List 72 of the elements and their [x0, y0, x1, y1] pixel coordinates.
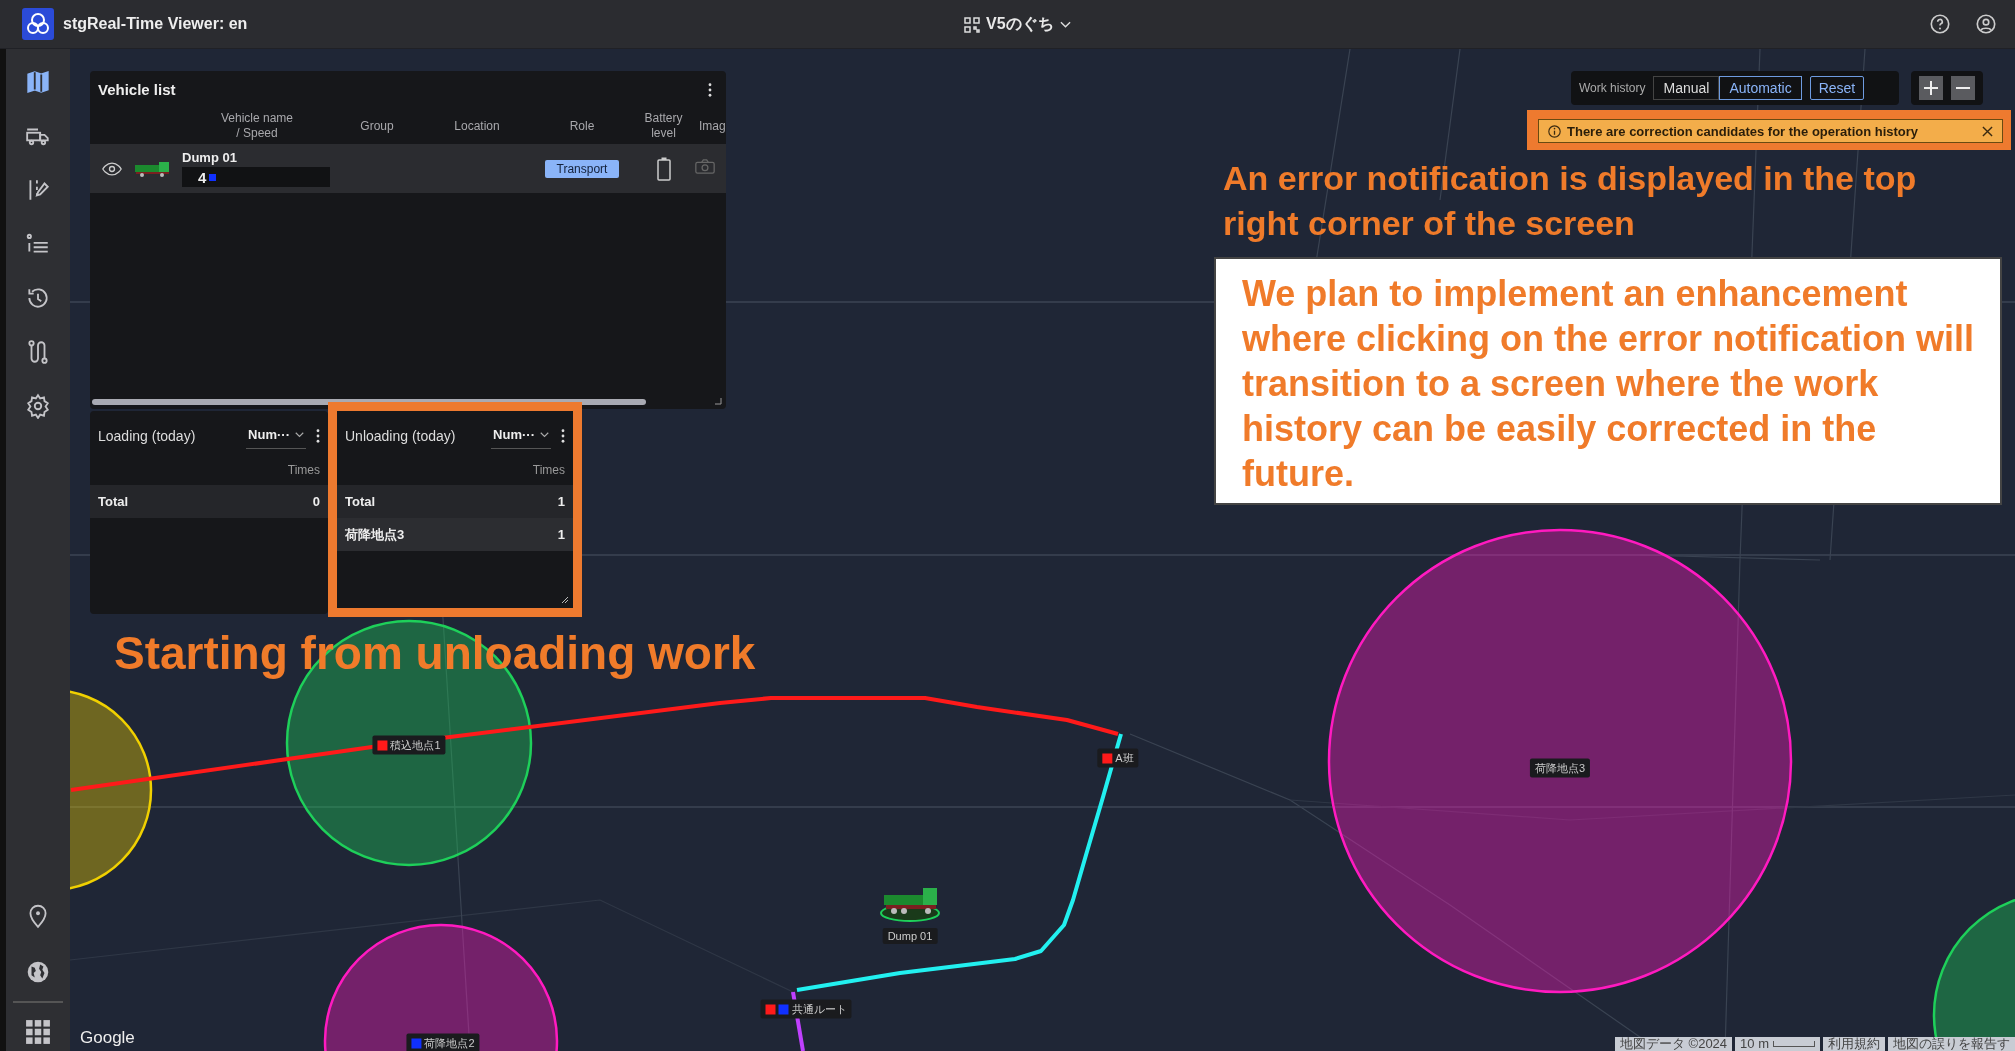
- chevron-down-icon: [295, 431, 304, 438]
- reset-button[interactable]: Reset: [1809, 76, 1865, 100]
- camera-icon[interactable]: [695, 159, 715, 174]
- row-value: 1: [557, 527, 565, 542]
- dump-truck-icon[interactable]: [880, 888, 940, 922]
- app-grid-icon[interactable]: [25, 1019, 51, 1045]
- zoom-out-icon[interactable]: [1951, 76, 1975, 100]
- row-value: 1: [557, 494, 565, 509]
- speed-display: 4: [182, 167, 330, 187]
- column-header: Location: [453, 118, 501, 134]
- more-options-icon[interactable]: [708, 82, 712, 97]
- battery-icon: [656, 156, 671, 181]
- map-icon: [25, 69, 51, 95]
- info-icon: [1548, 124, 1561, 138]
- terms-link[interactable]: 利用規約: [1823, 1037, 1885, 1051]
- globe-icon[interactable]: [25, 959, 51, 985]
- more-options-icon[interactable]: [561, 429, 565, 443]
- chevron-down-icon: [1059, 20, 1071, 29]
- column-header: Battery level: [643, 111, 684, 141]
- report-error-link[interactable]: 地図の誤りを報告す: [1888, 1037, 2015, 1051]
- mode-toggle[interactable]: Manual: [1653, 76, 1720, 100]
- resize-handle-icon[interactable]: [561, 596, 569, 604]
- more-options-icon[interactable]: [316, 429, 320, 443]
- chevron-down-icon: [540, 431, 549, 438]
- annotation-text: An error notification is displayed in the top right corner of the screen: [1223, 158, 1918, 244]
- row-label: Total: [98, 494, 129, 509]
- column-header: Times: [287, 463, 320, 477]
- vehicle-label: Dump 01: [882, 928, 938, 944]
- column-header: Role: [568, 118, 596, 134]
- column-header: Times: [532, 463, 565, 477]
- close-icon[interactable]: [1982, 125, 1993, 137]
- map-scale: 10 m: [1735, 1037, 1820, 1051]
- resize-handle-icon[interactable]: [714, 397, 722, 405]
- place-label[interactable]: 積込地点1: [372, 735, 446, 755]
- column-header: Vehicle name / Speed: [219, 111, 294, 141]
- vehicle-name: Dump 01: [182, 150, 238, 165]
- map-provider-logo: Google: [80, 1028, 135, 1048]
- place-label[interactable]: 荷降地点2: [406, 1033, 480, 1051]
- place-label[interactable]: A班: [1097, 748, 1139, 768]
- history-icon: [25, 285, 51, 311]
- error-notification[interactable]: There are correction candidates for the operation history: [1538, 119, 2003, 143]
- role-tag: Transport: [544, 159, 620, 178]
- panel-title: Vehicle list: [98, 81, 176, 98]
- metric-dropdown[interactable]: Num···: [246, 423, 306, 449]
- map-data-credit: 地図データ ©2024: [1614, 1037, 1733, 1051]
- help-icon[interactable]: [1929, 13, 1951, 35]
- qr-code-icon: [964, 16, 980, 33]
- vehicle-row[interactable]: Dump 01 4 Transport: [90, 144, 726, 193]
- column-header: Imag: [698, 118, 726, 134]
- site-selector[interactable]: V5のぐち: [960, 12, 1075, 37]
- row-label: Total: [345, 494, 376, 509]
- place-label[interactable]: 荷降地点3: [1529, 758, 1591, 778]
- truck-icon: [134, 159, 170, 178]
- zoom-in-icon[interactable]: [1919, 76, 1943, 100]
- map-view[interactable]: [70, 49, 2015, 1051]
- mode-toggle[interactable]: Automatic: [1719, 76, 1802, 100]
- annotation-note: We plan to implement an enhancement where clicking on the error notification will transition to a screen where the work history can be easily corrected in the future.: [1214, 257, 2002, 505]
- app-logo-icon: [22, 8, 54, 40]
- row-value: 0: [312, 494, 320, 509]
- column-header: Group: [359, 118, 395, 134]
- notification-text: There are correction candidates for the operation history: [1567, 123, 1920, 139]
- route-icon: [25, 339, 51, 365]
- panel-title: Loading (today): [98, 428, 197, 444]
- row-label: 荷降地点3: [345, 525, 405, 544]
- metric-dropdown[interactable]: Num···: [491, 423, 551, 449]
- place-label[interactable]: 共通ルート: [760, 999, 852, 1019]
- toolbar-label: Work history: [1579, 81, 1646, 95]
- eye-icon[interactable]: [102, 161, 122, 176]
- panel-title: Unloading (today): [345, 428, 457, 444]
- app-title: stgReal-Time Viewer: en: [63, 15, 248, 33]
- account-icon[interactable]: [1975, 13, 1997, 35]
- settings-icon: [25, 393, 51, 419]
